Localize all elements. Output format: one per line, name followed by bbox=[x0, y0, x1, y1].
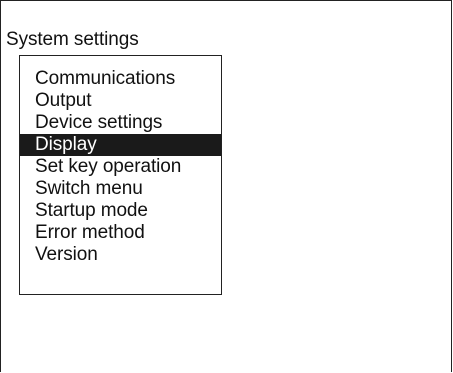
menu-item-communications[interactable]: Communications bbox=[20, 68, 221, 90]
screen-frame: System settings Communications Output De… bbox=[0, 0, 452, 372]
screen-title: System settings bbox=[6, 29, 139, 50]
menu-item-version[interactable]: Version bbox=[20, 244, 221, 266]
menu-item-output[interactable]: Output bbox=[20, 90, 221, 112]
menu-item-startup-mode[interactable]: Startup mode bbox=[20, 200, 221, 222]
menu-item-error-method[interactable]: Error method bbox=[20, 222, 221, 244]
menu-item-switch-menu[interactable]: Switch menu bbox=[20, 178, 221, 200]
menu-item-set-key-operation[interactable]: Set key operation bbox=[20, 156, 221, 178]
settings-menu-list: Communications Output Device settings Di… bbox=[20, 68, 221, 266]
menu-item-display[interactable]: Display bbox=[20, 134, 221, 156]
settings-menu: Communications Output Device settings Di… bbox=[19, 55, 222, 295]
menu-item-device-settings[interactable]: Device settings bbox=[20, 112, 221, 134]
